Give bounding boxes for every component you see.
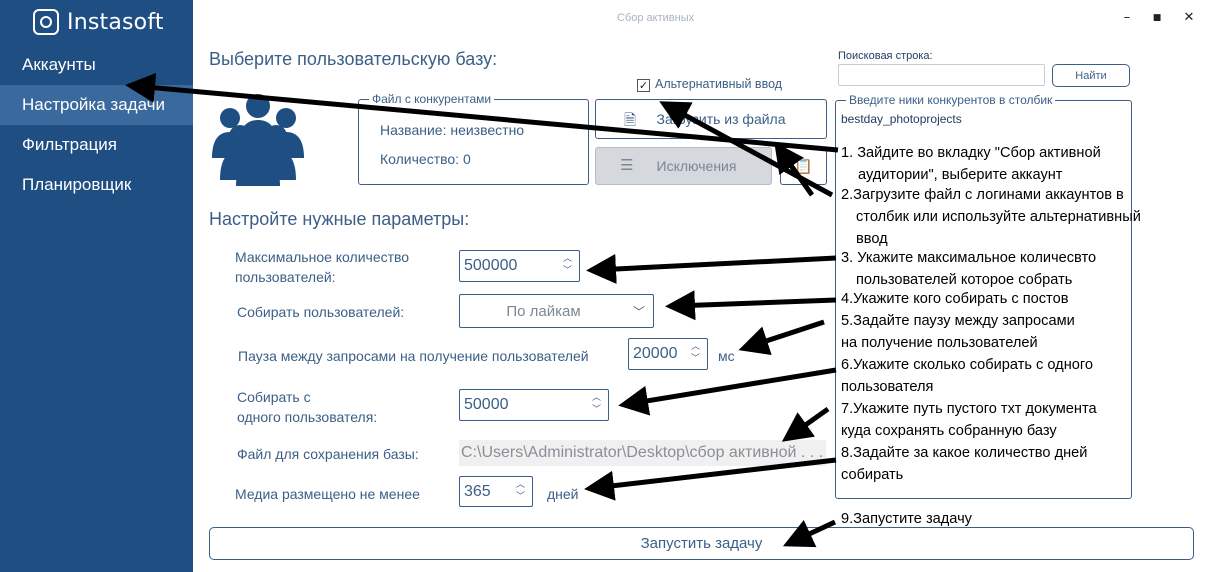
chevron-up-icon[interactable]: ︿ xyxy=(563,252,577,264)
chevron-up-icon[interactable]: ︿ xyxy=(592,391,606,403)
nick-entry: bestday_photoprojects xyxy=(841,112,962,126)
search-button[interactable]: Найти xyxy=(1052,64,1130,87)
media-days-input[interactable]: 365 ︿ ﹀ xyxy=(459,476,533,507)
chevron-down-icon: ﹀ xyxy=(632,305,645,319)
instruction-5b: на получение пользователей xyxy=(841,335,1038,351)
instruction-6b: пользователя xyxy=(841,379,934,395)
arrow-5 xyxy=(738,319,825,355)
pause-value: 20000 xyxy=(633,345,678,362)
max-users-label-2: пользователей: xyxy=(235,269,336,285)
competitors-count: Количество: 0 xyxy=(380,151,471,167)
collect-value: По лайкам xyxy=(506,302,581,320)
window-title: Сбор активных xyxy=(617,12,695,24)
close-button[interactable]: ✕ xyxy=(1182,10,1196,25)
instruction-4: 4.Укажите кого собирать с постов xyxy=(841,291,1069,307)
alt-input-checkbox[interactable]: ✓ xyxy=(637,79,650,92)
chevron-up-icon[interactable]: ︿ xyxy=(691,340,705,352)
competitors-file-box: Файл с конкурентами xyxy=(358,92,589,185)
instruction-1b: аудитории", выберите аккаунт xyxy=(858,167,1063,183)
instruction-3a: 3. Укажите максимальное количесвто xyxy=(841,250,1097,266)
collect-label: Собирать пользователей: xyxy=(237,304,405,320)
media-days-spinner[interactable]: ︿ ﹀ xyxy=(516,478,530,502)
search-input[interactable] xyxy=(838,64,1045,86)
users-group-icon xyxy=(212,94,304,186)
collect-select[interactable]: По лайкам ﹀ xyxy=(459,294,654,328)
instruction-8a: 8.Задайте за какое количество дней xyxy=(841,445,1088,461)
arrow-7 xyxy=(781,406,830,442)
app-logo: Instasoft xyxy=(33,8,164,36)
pause-spinner[interactable]: ︿ ﹀ xyxy=(691,340,705,364)
base-section-title: Выберите пользовательскую базу: xyxy=(209,49,498,69)
max-users-value: 500000 xyxy=(464,257,518,274)
exclusions-label: Исключения xyxy=(656,158,737,174)
arrow-6 xyxy=(618,367,837,416)
logo-text: Instasoft xyxy=(67,9,164,35)
exclusions-button[interactable]: ☰ Исключения xyxy=(595,147,772,185)
alt-input-label: Альтернативный ввод xyxy=(655,77,783,91)
instruction-6a: 6.Укажите сколько собирать с одного xyxy=(841,357,1093,373)
max-users-label-1: Максимальное количество xyxy=(235,249,410,265)
search-label: Поисковая строка: xyxy=(838,50,933,62)
clipboard-button[interactable]: 📋 xyxy=(780,147,827,185)
instruction-2b: столбик или используйте альтернативный xyxy=(856,209,1141,225)
params-section-title: Настройте нужные параметры: xyxy=(209,209,470,229)
media-days-value: 365 xyxy=(464,482,491,500)
max-users-spinner[interactable]: ︿ ﹀ xyxy=(563,252,577,276)
instruction-9: 9.Запустите задачу xyxy=(841,511,972,527)
pause-unit: мс xyxy=(718,348,735,364)
load-from-file-button[interactable]: 🗎 Загрузить из файла xyxy=(595,99,827,139)
instruction-2a: 2.Загрузите файл с логинами аккаунтов в xyxy=(841,187,1124,203)
arrow-4 xyxy=(665,290,837,321)
chevron-down-icon[interactable]: ﹀ xyxy=(516,490,530,502)
minimize-button[interactable]: – xyxy=(1120,10,1134,25)
nicks-legend: Введите ники конкурентов в столбик xyxy=(846,93,1056,107)
chevron-up-icon[interactable]: ︿ xyxy=(516,478,530,490)
per-user-value: 50000 xyxy=(464,396,509,413)
instruction-7b: куда сохранять собранную базу xyxy=(841,423,1057,439)
per-user-input[interactable]: 50000 ︿ ﹀ xyxy=(459,389,609,421)
chevron-down-icon[interactable]: ﹀ xyxy=(691,352,705,364)
chevron-down-icon[interactable]: ﹀ xyxy=(563,264,577,276)
competitors-file-legend: Файл с конкурентами xyxy=(369,92,495,106)
arrow-3 xyxy=(586,254,837,284)
clipboard-icon: 📋 xyxy=(794,158,813,175)
instruction-1a: 1. Зайдите во вкладку "Сбор активной xyxy=(841,145,1101,161)
instruction-5a: 5.Задайте паузу между запросами xyxy=(841,313,1075,329)
list-icon: ☰ xyxy=(620,157,634,174)
sidebar-item-accounts[interactable]: Аккаунты xyxy=(0,45,193,85)
load-from-file-label: Загрузить из файла xyxy=(656,111,786,127)
save-file-label: Файл для сохранения базы: xyxy=(237,446,419,462)
start-task-button[interactable]: Запустить задачу xyxy=(209,527,1194,560)
pause-label: Пауза между запросами на получение польз… xyxy=(238,348,589,364)
media-label: Медиа размещено не менее xyxy=(235,486,420,502)
per-user-spinner[interactable]: ︿ ﹀ xyxy=(592,391,606,415)
max-users-input[interactable]: 500000 ︿ ﹀ xyxy=(459,250,580,282)
pause-input[interactable]: 20000 ︿ ﹀ xyxy=(628,338,708,370)
competitors-name: Название: неизвестно xyxy=(380,122,525,138)
instasoft-logo-icon xyxy=(33,9,59,35)
chevron-down-icon[interactable]: ﹀ xyxy=(592,403,606,415)
instruction-7a: 7.Укажите путь пустого тхт документа xyxy=(841,401,1097,417)
maximize-button[interactable]: ■ xyxy=(1150,13,1164,23)
media-unit: дней xyxy=(547,486,579,502)
save-file-path[interactable]: C:\Users\Administrator\Desktop\сбор акти… xyxy=(459,440,826,466)
per-user-label-1: Собирать с xyxy=(237,389,311,405)
per-user-label-2: одного пользователя: xyxy=(237,409,378,425)
sidebar-item-scheduler[interactable]: Планировщик xyxy=(0,165,193,205)
document-icon: 🗎 xyxy=(624,112,637,129)
sidebar-item-task-settings[interactable]: Настройка задачи xyxy=(0,85,193,125)
instruction-8b: собирать xyxy=(841,467,904,483)
sidebar-item-filtering[interactable]: Фильтрация xyxy=(0,125,193,165)
sidebar: Instasoft Аккаунты Настройка задачи Филь… xyxy=(0,0,193,572)
